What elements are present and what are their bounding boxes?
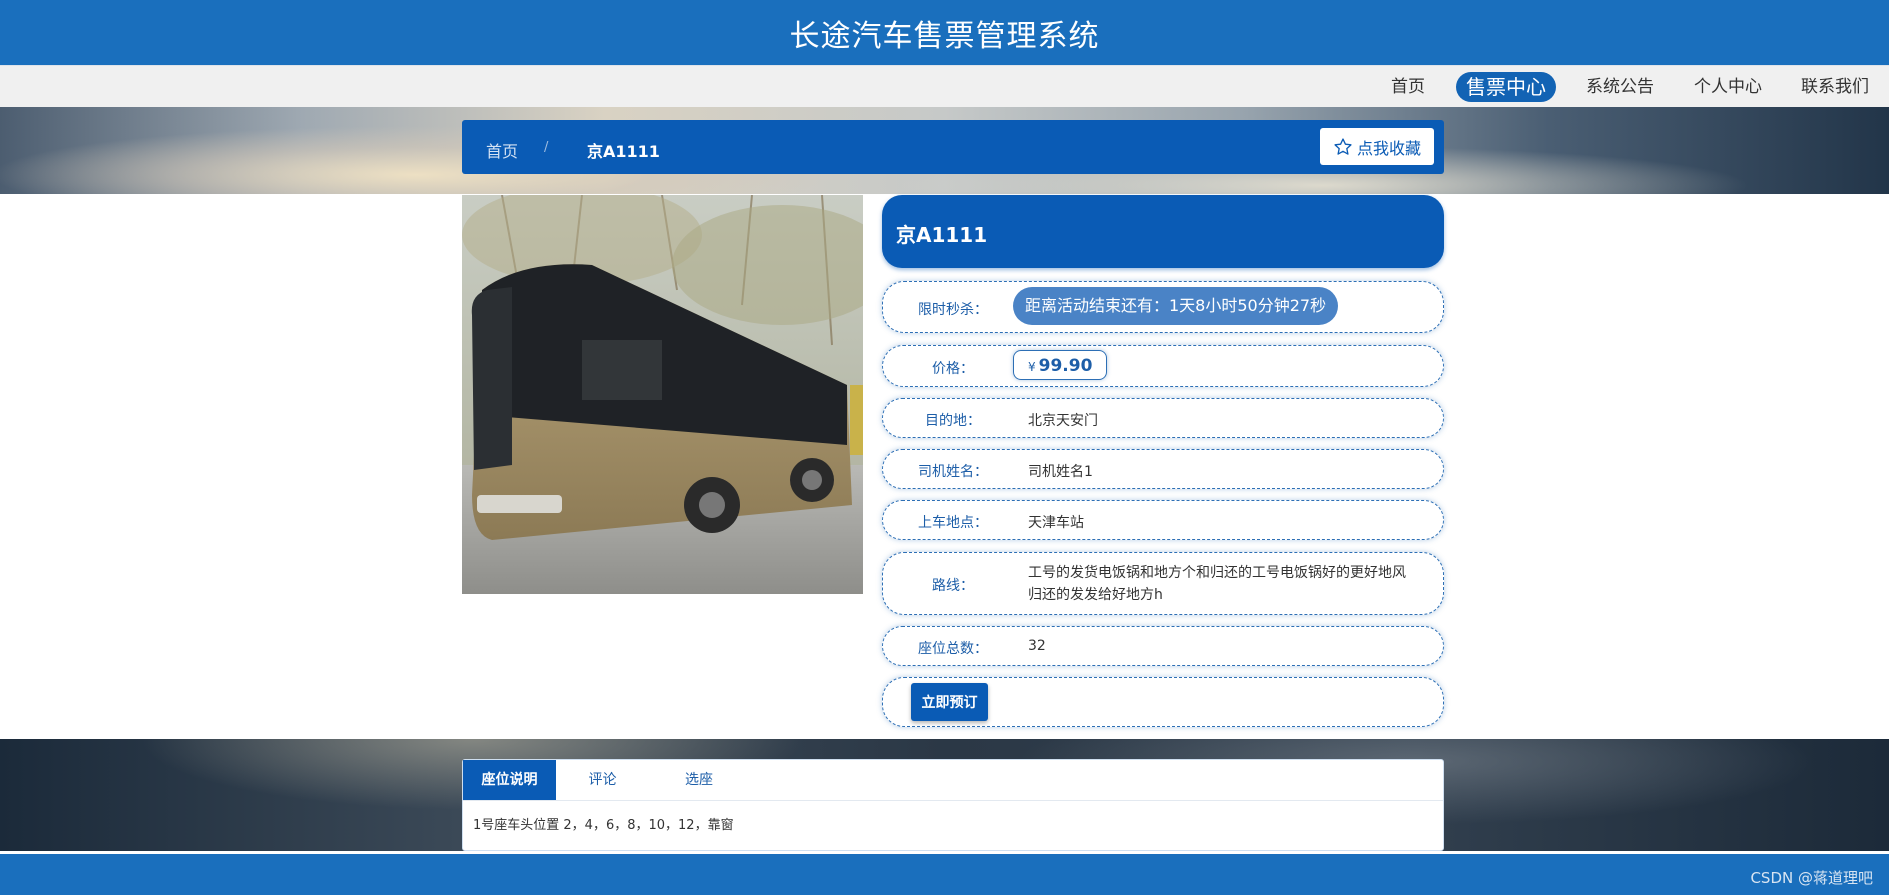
countdown-badge: 距离活动结束还有：1天8小时50分钟27秒 [1013, 287, 1339, 325]
tab-comments[interactable]: 评论 [556, 760, 649, 800]
breadcrumb: 首页 / 京A1111 点我收藏 [462, 120, 1444, 174]
watermark: CSDN @蒋道理吧 [1750, 869, 1873, 887]
product-title: 京A1111 [896, 223, 988, 247]
site-header: 长途汽车售票管理系统 [0, 0, 1889, 65]
nav-item-announcements[interactable]: 系统公告 [1585, 72, 1655, 102]
tab-divider [463, 800, 1443, 801]
book-now-button[interactable]: 立即预订 [911, 683, 988, 721]
star-outline-icon [1334, 137, 1352, 155]
price-label: 价格： [932, 361, 974, 377]
seats-label: 座位总数： [918, 641, 988, 657]
driver-row: 司机姓名： 司机姓名1 [882, 449, 1444, 489]
route-row: 路线： 工号的发货电饭锅和地方个和归还的工号电饭锅好的更好地风归还的发发给好地方… [882, 552, 1444, 615]
favorite-button[interactable]: 点我收藏 [1320, 128, 1434, 165]
nav-item-contact[interactable]: 联系我们 [1800, 72, 1870, 102]
nav-item-home[interactable]: 首页 [1390, 72, 1426, 102]
boarding-row: 上车地点： 天津车站 [882, 500, 1444, 540]
flash-sale-row: 限时秒杀： 距离活动结束还有：1天8小时50分钟27秒 [882, 281, 1444, 333]
breadcrumb-home[interactable]: 首页 [486, 138, 518, 162]
site-footer: CSDN @蒋道理吧 [0, 851, 1889, 895]
boarding-value: 天津车站 [1028, 515, 1084, 531]
destination-label: 目的地： [925, 413, 981, 429]
flash-sale-label: 限时秒杀： [918, 302, 988, 318]
price-amount: 99.90 [1038, 356, 1093, 376]
book-row: 立即预订 [882, 677, 1444, 727]
tab-select-seat[interactable]: 选座 [649, 760, 749, 800]
site-title: 长途汽车售票管理系统 [789, 18, 1100, 54]
destination-row: 目的地： 北京天安门 [882, 398, 1444, 438]
currency-symbol: ¥ [1028, 360, 1036, 374]
nav-item-ticket-center[interactable]: 售票中心 [1456, 72, 1556, 102]
nav-item-personal-center[interactable]: 个人中心 [1693, 72, 1763, 102]
driver-label: 司机姓名： [918, 464, 988, 480]
favorite-button-label: 点我收藏 [1356, 138, 1421, 158]
boarding-label: 上车地点： [918, 515, 988, 531]
breadcrumb-separator: / [544, 140, 549, 155]
price-value: ¥99.90 [1013, 350, 1108, 380]
route-value: 工号的发货电饭锅和地方个和归还的工号电饭锅好的更好地风归还的发发给好地方h [1028, 565, 1406, 603]
driver-value: 司机姓名1 [1028, 464, 1093, 480]
destination-value: 北京天安门 [1028, 413, 1098, 429]
detail-tabs-panel: 座位说明 评论 选座 1号座车头位置 2，4，6，8，10，12，靠窗 [462, 759, 1444, 851]
seats-row: 座位总数： 32 [882, 626, 1444, 666]
price-row: 价格： ¥99.90 [882, 345, 1444, 387]
tab-content: 1号座车头位置 2，4，6，8，10，12，靠窗 [473, 818, 734, 833]
seats-value: 32 [1028, 638, 1046, 654]
main-nav: 首页 售票中心 系统公告 个人中心 联系我们 [0, 65, 1889, 107]
breadcrumb-current: 京A1111 [587, 142, 660, 161]
bus-photo [462, 195, 863, 594]
tab-seat-info[interactable]: 座位说明 [463, 760, 556, 800]
route-label: 路线： [932, 578, 974, 594]
product-title-card: 京A1111 [882, 195, 1444, 268]
